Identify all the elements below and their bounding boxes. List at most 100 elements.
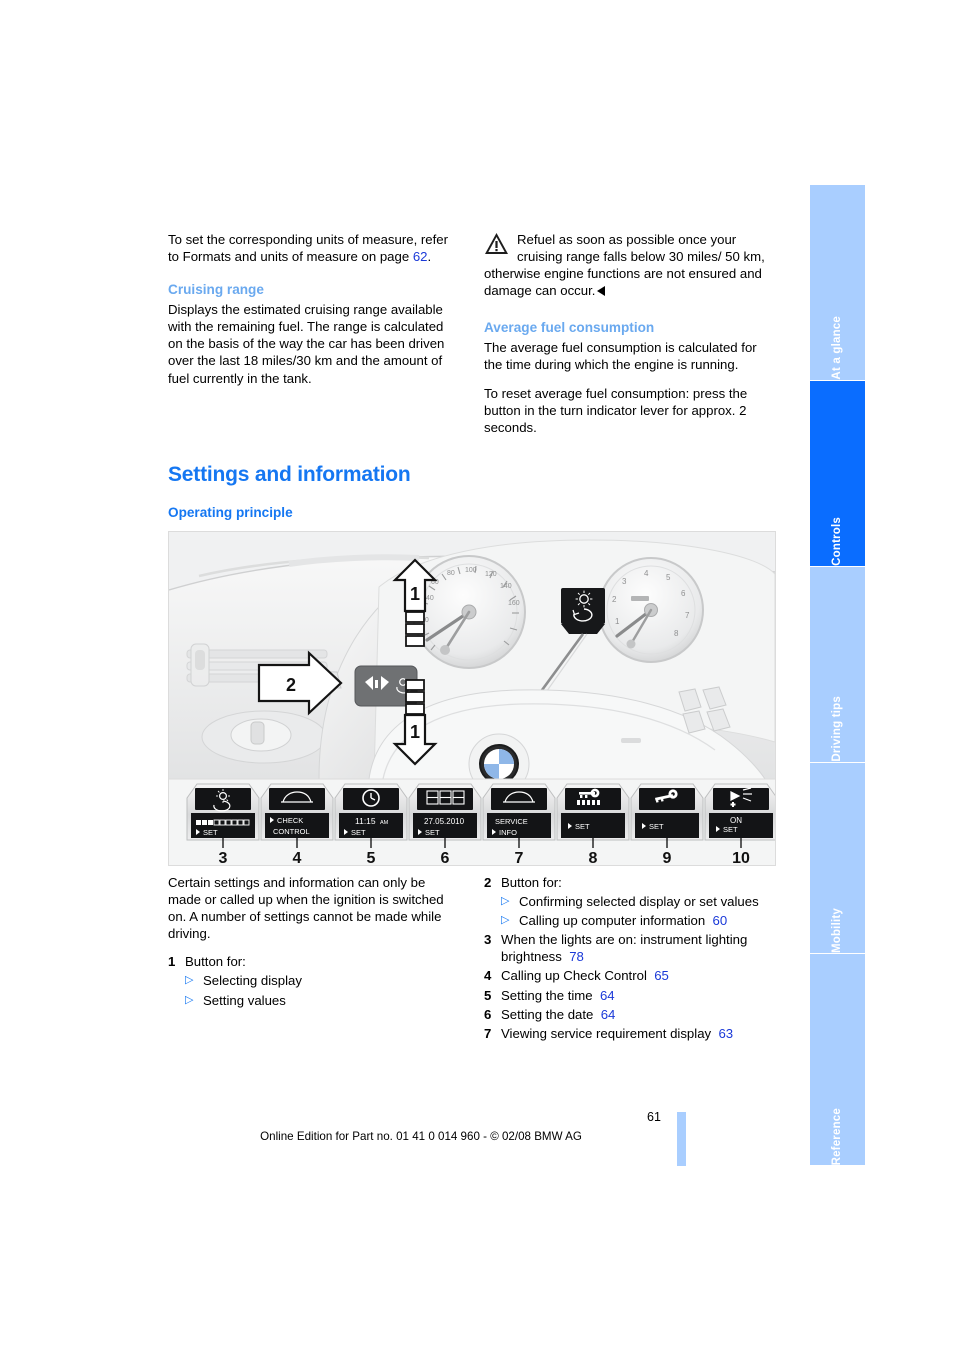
svg-text:1: 1 <box>410 722 420 742</box>
svg-text:SET: SET <box>723 825 738 834</box>
left-column-top: To set the corresponding units of measur… <box>168 231 458 398</box>
svg-text:100: 100 <box>465 567 477 574</box>
refuel-warning-text: Refuel as soon as possible once your cru… <box>484 232 765 299</box>
svg-text:120: 120 <box>485 571 497 578</box>
callout-number: 5 <box>484 987 492 1003</box>
callout-text: Calling up Check Control 65 <box>501 968 669 984</box>
callout-list-right: 2 Button for: ▷ Confirming selected disp… <box>484 874 774 1042</box>
heading-operating-principle: Operating principle <box>168 505 293 520</box>
callout-number: 4 <box>484 968 492 984</box>
callout-bullet: ▷ Calling up computer information 60 <box>484 912 774 929</box>
callout-item-7: 7 Viewing service requirement display 63 <box>484 1025 774 1042</box>
cruising-range-paragraph: Displays the estimated cruising range av… <box>168 302 445 386</box>
page-link-60[interactable]: 60 <box>713 913 728 928</box>
dashboard-illustration: 4060 80100 120140 160 20 12 34 56 78 <box>168 531 776 866</box>
page-link-62[interactable]: 62 <box>413 249 428 264</box>
svg-text:5: 5 <box>666 573 671 582</box>
svg-text:3: 3 <box>622 577 627 586</box>
callout-item-3: 3 When the lights are on: instrument lig… <box>484 931 774 965</box>
callout-bullet: ▷ Setting values <box>168 992 458 1009</box>
page-link-64-date[interactable]: 64 <box>601 1007 616 1022</box>
svg-text:SET: SET <box>203 828 218 837</box>
callout-item-5: 5 Setting the time 64 <box>484 987 774 1004</box>
page-link-63[interactable]: 63 <box>718 1026 733 1041</box>
units-of-measure-paragraph: To set the corresponding units of measur… <box>168 232 449 265</box>
right-column-bottom: 2 Button for: ▷ Confirming selected disp… <box>484 874 774 1044</box>
svg-text:6: 6 <box>681 589 686 598</box>
svg-text:SET: SET <box>575 822 590 831</box>
heading-cruising-range: Cruising range <box>168 282 264 298</box>
triangle-bullet-icon: ▷ <box>185 993 194 1006</box>
dashboard-svg: 4060 80100 120140 160 20 12 34 56 78 <box>169 532 775 865</box>
svg-text:SET: SET <box>351 828 366 837</box>
svg-text:ON: ON <box>730 816 742 825</box>
svg-text:8: 8 <box>674 629 679 638</box>
svg-text:4: 4 <box>293 850 302 865</box>
callout-number: 7 <box>484 1025 492 1041</box>
page-link-65[interactable]: 65 <box>654 968 669 983</box>
page-link-78[interactable]: 78 <box>569 949 584 964</box>
svg-text:7: 7 <box>515 850 524 865</box>
page-title: Settings and information <box>168 463 411 486</box>
svg-text:SET: SET <box>425 828 440 837</box>
callout-bullet: ▷ Confirming selected display or set val… <box>484 893 774 910</box>
bullet-text: Confirming selected display or set value… <box>519 894 759 910</box>
avg-fuel-paragraph-1: The average fuel consumption is calculat… <box>484 340 757 373</box>
svg-text:10: 10 <box>732 850 750 865</box>
refuel-warning-note: Refuel as soon as possible once your cru… <box>484 231 774 299</box>
triangle-bullet-icon: ▷ <box>501 914 510 927</box>
footer-accent-bar <box>677 1112 686 1166</box>
svg-text:11:15: 11:15 <box>355 816 376 826</box>
callout-number: 3 <box>484 932 492 948</box>
ignition-note-paragraph: Certain settings and information can onl… <box>168 875 444 942</box>
sidebar-tab-label: Mobility <box>830 907 843 953</box>
sidebar-tab-label: Controls <box>830 517 843 566</box>
svg-text:1: 1 <box>615 617 620 626</box>
sidebar-tab-label: At a glance <box>830 316 843 380</box>
sidebar-tab-controls[interactable]: Controls <box>810 381 865 566</box>
callout-item-1: 1 Button for: <box>168 953 458 970</box>
svg-text:SERVICE: SERVICE <box>495 817 528 826</box>
callout-item-4: 4 Calling up Check Control 65 <box>484 967 774 984</box>
bullet-text: Calling up computer information 60 <box>519 913 728 929</box>
svg-text:AM: AM <box>380 820 389 826</box>
page-number: 61 <box>647 1110 661 1124</box>
sidebar-tab-mobility[interactable]: Mobility <box>810 763 865 953</box>
callout-item-2: 2 Button for: <box>484 874 774 891</box>
callout-bullet: ▷ Selecting display <box>168 972 458 989</box>
svg-text:CHECK: CHECK <box>277 816 303 825</box>
callout-text: Setting the date 64 <box>501 1006 616 1022</box>
callout-item-6: 6 Setting the date 64 <box>484 1006 774 1023</box>
callout-text: Button for: <box>501 875 562 890</box>
callout-list-left: 1 Button for: ▷ Selecting display ▷ Sett… <box>168 953 458 1008</box>
callout-number: 2 <box>484 875 492 890</box>
svg-text:9: 9 <box>663 850 672 865</box>
sidebar-tab-label: Driving tips <box>830 696 843 762</box>
right-column-top: Refuel as soon as possible once your cru… <box>484 231 774 447</box>
avg-fuel-paragraph-2: To reset average fuel consumption: press… <box>484 385 748 435</box>
sidebar-tab-at-a-glance[interactable]: At a glance <box>810 185 865 380</box>
sidebar-tab-label: Reference <box>830 1107 843 1165</box>
triangle-bullet-icon: ▷ <box>185 974 194 987</box>
svg-text:2: 2 <box>286 675 296 695</box>
sidebar-tab-driving-tips[interactable]: Driving tips <box>810 567 865 762</box>
svg-text:160: 160 <box>508 600 520 607</box>
page-link-64-time[interactable]: 64 <box>600 988 615 1003</box>
subsection-header-block: Operating principle <box>168 505 768 524</box>
section-header-block: Settings and information <box>168 463 768 487</box>
svg-text:80: 80 <box>447 570 455 577</box>
bullet-text: Selecting display <box>203 973 302 989</box>
warning-triangle-icon <box>484 232 509 255</box>
svg-text:8: 8 <box>589 850 598 865</box>
bullet-text: Setting values <box>203 992 286 1008</box>
svg-text:1: 1 <box>410 584 420 604</box>
left-column-bottom: Certain settings and information can onl… <box>168 874 458 1011</box>
manual-page: At a glance Controls Driving tips Mobili… <box>0 0 954 1350</box>
callout-text: Viewing service requirement display 63 <box>501 1025 734 1041</box>
svg-text:2: 2 <box>612 595 617 604</box>
svg-text:140: 140 <box>500 583 512 590</box>
svg-text:3: 3 <box>219 850 228 865</box>
callout-text: Button for: <box>185 954 246 970</box>
sidebar-tab-reference[interactable]: Reference <box>810 954 865 1165</box>
svg-text:INFO: INFO <box>499 828 517 837</box>
